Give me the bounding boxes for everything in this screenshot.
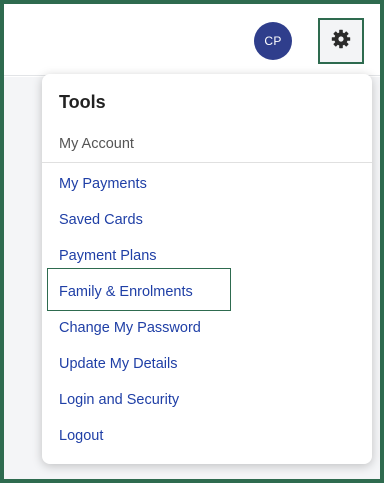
settings-button[interactable] bbox=[318, 18, 364, 64]
avatar-initials: CP bbox=[264, 34, 282, 48]
tools-dropdown-menu: Tools My Account My Payments Saved Cards… bbox=[42, 74, 372, 464]
menu-title: Tools bbox=[59, 92, 106, 112]
gear-icon bbox=[331, 29, 351, 54]
menu-item-family-enrolments[interactable]: Family & Enrolments bbox=[59, 284, 193, 300]
menu-item-update-details[interactable]: Update My Details bbox=[59, 356, 177, 372]
menu-item-my-payments[interactable]: My Payments bbox=[59, 176, 147, 192]
menu-item-logout[interactable]: Logout bbox=[59, 428, 103, 444]
menu-item-saved-cards[interactable]: Saved Cards bbox=[59, 212, 143, 228]
menu-item-change-password[interactable]: Change My Password bbox=[59, 320, 201, 336]
user-avatar[interactable]: CP bbox=[254, 22, 292, 60]
menu-item-payment-plans[interactable]: Payment Plans bbox=[59, 248, 157, 264]
menu-item-login-security[interactable]: Login and Security bbox=[59, 392, 179, 408]
menu-section-label: My Account bbox=[59, 136, 134, 152]
menu-divider bbox=[42, 162, 372, 163]
